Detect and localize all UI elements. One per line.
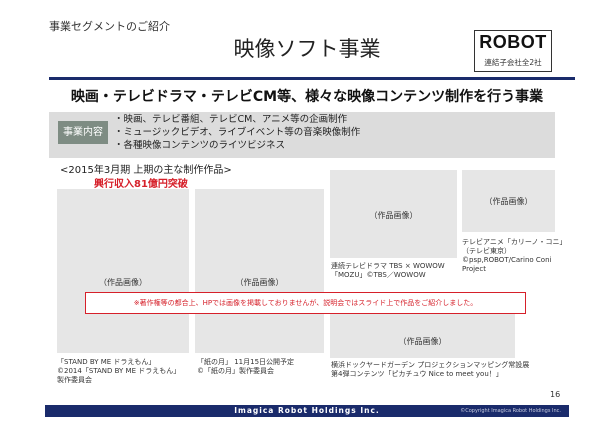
- section-label: 事業セグメントのご紹介: [49, 20, 170, 33]
- title-divider: [49, 77, 575, 80]
- work-caption-mozu: 連続テレビドラマ TBS × WOWOW 「MOZU」©TBS／WOWOW: [331, 262, 445, 279]
- logo-subtitle: 連結子会社全2社: [484, 58, 542, 67]
- image-placeholder: （作品画像）: [99, 278, 147, 287]
- image-placeholder: （作品画像）: [369, 211, 418, 220]
- business-content-label: 事業内容: [58, 121, 108, 144]
- work-image-mozu: （作品画像）: [330, 170, 457, 258]
- work-image-carino-coni: （作品画像）: [462, 170, 555, 232]
- period-label: <2015年3月期 上期の主な制作作品>: [60, 165, 232, 176]
- business-item: ・各種映像コンテンツのライツビジネス: [114, 140, 286, 151]
- work-image-kami-no-tsuki: （作品画像）: [195, 189, 324, 353]
- image-placeholder: （作品画像）: [484, 197, 533, 206]
- work-caption-doraemon: 「STAND BY ME ドラえもん」 ©2014「STAND BY ME ドラ…: [57, 358, 181, 384]
- work-caption-carino-coni: テレビアニメ「カリーノ・コニ」 （テレビ東京） ©psp,ROBOT/Carin…: [462, 238, 567, 273]
- robot-logo: ROBOT 連結子会社全2社: [474, 30, 552, 72]
- footer-copyright: ©Copyright Imagica Robot Holdings Inc.: [460, 408, 561, 414]
- copyright-notice: ※著作権等の都合上、HPでは画像を掲載しておりませんが、説明会ではスライド上で作…: [85, 292, 526, 314]
- image-placeholder: （作品画像）: [398, 337, 447, 346]
- work-caption-pikachu: 横浜ドックヤードガーデン プロジェクションマッピング常設展 第4弾コンテンツ「ピ…: [331, 361, 530, 378]
- footer-bar: Imagica Robot Holdings Inc. ©Copyright I…: [45, 405, 569, 417]
- image-placeholder: （作品画像）: [235, 278, 284, 287]
- slide: 事業セグメントのご紹介 映像ソフト事業 ROBOT 連結子会社全2社 映画・テレ…: [0, 0, 614, 434]
- page-number: 16: [550, 390, 561, 399]
- revenue-highlight: 興行収入81億円突破: [94, 179, 188, 190]
- business-item: ・ミュージックビデオ、ライブイベント等の音楽映像制作: [114, 127, 361, 138]
- business-content-list: ・映画、テレビ番組、テレビCM、アニメ等の企画制作 ・ミュージックビデオ、ライブ…: [114, 113, 360, 152]
- business-item: ・映画、テレビ番組、テレビCM、アニメ等の企画制作: [114, 114, 348, 125]
- work-image-doraemon: （作品画像）: [57, 189, 189, 353]
- work-caption-kami-no-tsuki: 「紙の月」 11月15日公開予定 ©「紙の月」製作委員会: [197, 358, 295, 375]
- logo-text: ROBOT: [479, 32, 547, 52]
- slide-subtitle: 映画・テレビドラマ・テレビCM等、様々な映像コンテンツ制作を行う事業: [70, 89, 544, 105]
